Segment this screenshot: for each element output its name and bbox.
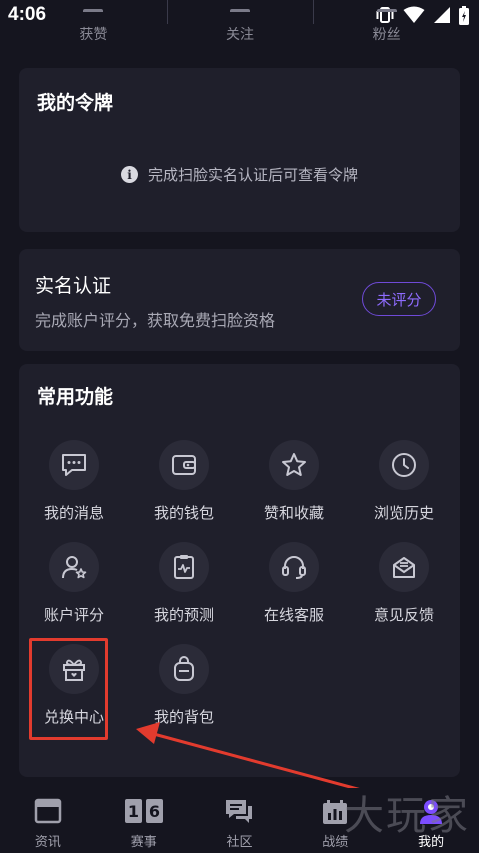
annotation-arrow [136,722,429,810]
news-icon [34,798,62,824]
match-icon: 1 6 [124,799,163,823]
nav-label: 社区 [226,835,253,850]
svg-text:6: 6 [149,802,160,821]
svg-text:1: 1 [128,802,139,821]
watermark: 大玩家 [344,793,470,839]
nav-news[interactable]: 资讯 [0,788,96,853]
community-icon [226,800,253,823]
nav-matches[interactable]: 1 6 赛事 [96,788,192,853]
nav-community[interactable]: 社区 [192,788,288,853]
nav-label: 资讯 [34,835,61,850]
nav-label: 赛事 [130,835,157,850]
